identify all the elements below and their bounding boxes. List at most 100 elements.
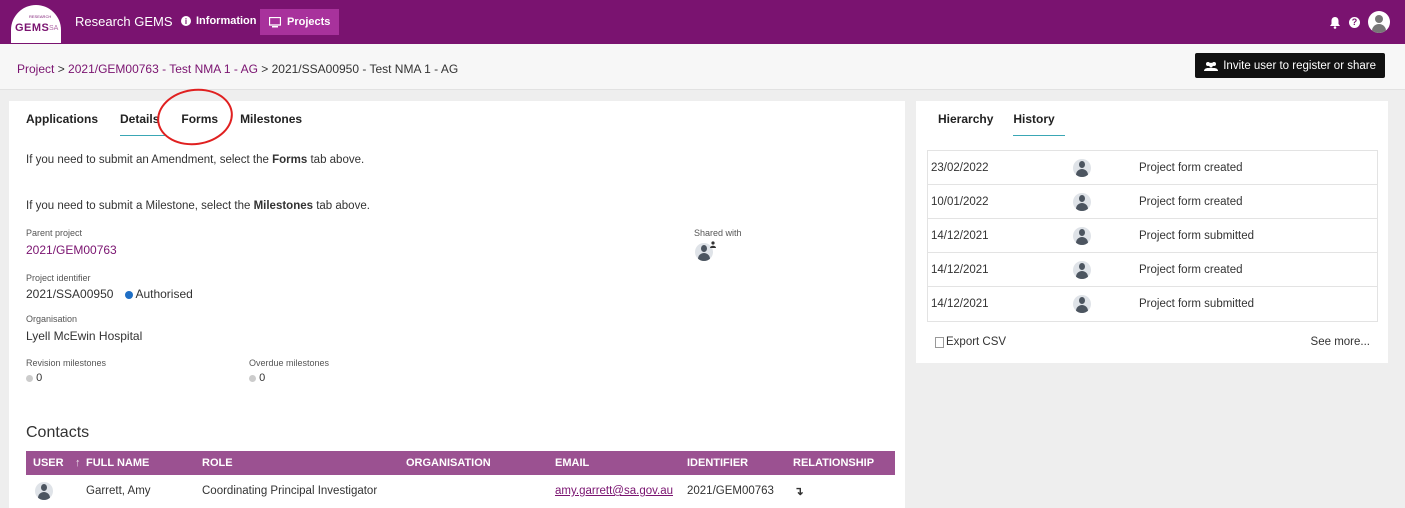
history-row: 14/12/2021 Project form created bbox=[928, 253, 1377, 287]
tab-applications[interactable]: Applications bbox=[26, 112, 98, 136]
shared-with-avatar[interactable] bbox=[695, 241, 716, 264]
parent-project-link[interactable]: 2021/GEM00763 bbox=[26, 243, 117, 257]
contact-email-link[interactable]: amy.garrett@sa.gov.au bbox=[555, 485, 673, 497]
amendment-instruction: If you need to submit an Amendment, sele… bbox=[26, 154, 364, 166]
shared-with-label: Shared with bbox=[694, 228, 742, 238]
logo-wordmark: GEMS bbox=[15, 22, 50, 34]
status-text: Authorised bbox=[135, 287, 193, 301]
history-event: Project form submitted bbox=[1139, 230, 1255, 242]
organisation-label: Organisation bbox=[26, 314, 78, 324]
parent-project-label: Parent project bbox=[26, 228, 83, 238]
invite-user-button[interactable]: Invite user to register or share bbox=[1195, 53, 1385, 78]
overdue-dot-icon bbox=[249, 374, 256, 382]
table-row[interactable]: Garrett, Amy Coordinating Principal Inve… bbox=[26, 475, 895, 505]
col-email[interactable]: EMAIL bbox=[555, 457, 589, 469]
file-icon bbox=[935, 336, 944, 348]
history-panel: Hierarchy History 23/02/2022 Project for… bbox=[916, 101, 1388, 363]
amendment-forms-emphasis: Forms bbox=[272, 154, 308, 166]
history-user-avatar[interactable] bbox=[1073, 227, 1091, 245]
breadcrumb-bar: Project > 2021/GEM00763 - Test NMA 1 - A… bbox=[0, 44, 1405, 90]
share-person-icon bbox=[710, 241, 716, 248]
overdue-count: 0 bbox=[259, 372, 266, 384]
overdue-milestones-label: Overdue milestones bbox=[249, 358, 330, 368]
sort-arrow-icon[interactable]: ↑ bbox=[75, 457, 81, 469]
milestone-text-end: tab above. bbox=[313, 200, 370, 212]
history-row: 14/12/2021 Project form submitted bbox=[928, 287, 1377, 321]
project-details-panel: Applications Details Forms Milestones If… bbox=[9, 101, 905, 508]
nav-projects[interactable]: Projects bbox=[260, 9, 340, 35]
history-event: Project form created bbox=[1139, 162, 1243, 174]
milestone-instruction: If you need to submit a Milestone, selec… bbox=[26, 200, 370, 212]
project-identifier-label: Project identifier bbox=[26, 273, 91, 283]
history-event: Project form created bbox=[1139, 264, 1243, 276]
export-csv-link[interactable]: Export CSV bbox=[935, 336, 1006, 348]
status-dot-icon bbox=[124, 290, 133, 299]
status-badge: Authorised bbox=[124, 287, 193, 301]
history-row: 14/12/2021 Project form submitted bbox=[928, 219, 1377, 253]
history-date: 14/12/2021 bbox=[931, 230, 989, 242]
info-icon: i bbox=[181, 16, 191, 26]
history-date: 14/12/2021 bbox=[931, 264, 989, 276]
tab-details[interactable]: Details bbox=[120, 112, 166, 136]
top-nav: RESEARCH GEMS SA Research GEMS i Informa… bbox=[0, 0, 1405, 44]
history-event: Project form submitted bbox=[1139, 298, 1255, 310]
history-user-avatar[interactable] bbox=[1073, 193, 1091, 211]
history-user-avatar[interactable] bbox=[1073, 295, 1091, 313]
nav-information-label: Information bbox=[196, 15, 257, 27]
col-full-name[interactable]: FULL NAME bbox=[86, 457, 149, 469]
brand-link[interactable]: Research GEMS bbox=[75, 14, 173, 29]
contact-avatar bbox=[35, 482, 53, 500]
contact-identifier: 2021/GEM00763 bbox=[687, 485, 774, 497]
contacts-table-header: USER ↑ FULL NAME ROLE ORGANISATION EMAIL… bbox=[26, 451, 895, 475]
see-more-link[interactable]: See more... bbox=[1311, 336, 1370, 348]
export-csv-label: Export CSV bbox=[946, 336, 1007, 348]
tab-forms[interactable]: Forms bbox=[181, 112, 218, 136]
history-row: 10/01/2022 Project form created bbox=[928, 185, 1377, 219]
project-tabs: Applications Details Forms Milestones bbox=[26, 112, 324, 136]
bell-icon[interactable] bbox=[1329, 16, 1341, 29]
milestone-text: If you need to submit a Milestone, selec… bbox=[26, 200, 254, 212]
breadcrumb-current: 2021/SSA00950 - Test NMA 1 - AG bbox=[271, 62, 459, 76]
breadcrumb-separator: > bbox=[257, 62, 272, 76]
logo-suffix: SA bbox=[49, 25, 59, 32]
overdue-milestones-value: 0 bbox=[249, 372, 265, 384]
tab-hierarchy[interactable]: Hierarchy bbox=[938, 112, 993, 136]
revision-dot-icon bbox=[26, 374, 33, 382]
contacts-table: USER ↑ FULL NAME ROLE ORGANISATION EMAIL… bbox=[26, 451, 895, 505]
invite-user-label: Invite user to register or share bbox=[1223, 59, 1376, 72]
organisation-value: Lyell McEwin Hospital bbox=[26, 329, 143, 343]
col-role[interactable]: ROLE bbox=[202, 457, 233, 469]
history-date: 10/01/2022 bbox=[931, 196, 989, 208]
breadcrumb-separator: > bbox=[54, 62, 69, 76]
amendment-text: If you need to submit an Amendment, sele… bbox=[26, 154, 273, 166]
contact-name: Garrett, Amy bbox=[86, 485, 151, 497]
tab-history[interactable]: History bbox=[1013, 112, 1065, 136]
user-avatar[interactable] bbox=[1368, 11, 1390, 33]
tab-milestones[interactable]: Milestones bbox=[240, 112, 302, 136]
breadcrumb-project[interactable]: Project bbox=[17, 62, 54, 76]
col-relationship[interactable]: RELATIONSHIP bbox=[793, 457, 874, 469]
contact-role: Coordinating Principal Investigator bbox=[202, 485, 378, 497]
gems-logo[interactable]: RESEARCH GEMS SA bbox=[11, 5, 61, 43]
monitor-icon bbox=[269, 16, 281, 27]
history-list: 23/02/2022 Project form created 10/01/20… bbox=[927, 150, 1378, 322]
col-user[interactable]: USER bbox=[33, 457, 64, 469]
milestone-emphasis: Milestones bbox=[253, 200, 314, 212]
history-user-avatar[interactable] bbox=[1073, 159, 1091, 177]
breadcrumb-parent[interactable]: 2021/GEM00763 - Test NMA 1 - AG bbox=[68, 62, 258, 76]
identifier-text: 2021/SSA00950 bbox=[26, 287, 114, 301]
col-identifier[interactable]: IDENTIFIER bbox=[687, 457, 748, 469]
users-icon bbox=[1204, 61, 1219, 71]
history-event: Project form created bbox=[1139, 196, 1243, 208]
history-user-avatar[interactable] bbox=[1073, 261, 1091, 279]
relationship-arrow-icon: ↴ bbox=[794, 486, 804, 498]
col-organisation[interactable]: ORGANISATION bbox=[406, 457, 491, 469]
nav-information[interactable]: i Information bbox=[181, 15, 257, 27]
history-row: 23/02/2022 Project form created bbox=[928, 151, 1377, 185]
revision-milestones-label: Revision milestones bbox=[26, 358, 107, 368]
revision-milestones-value: 0 bbox=[26, 372, 42, 384]
project-identifier-value: 2021/SSA00950 Authorised bbox=[26, 287, 193, 301]
history-tabs: Hierarchy History bbox=[938, 112, 1085, 136]
help-icon[interactable]: ? bbox=[1349, 16, 1360, 28]
revision-count: 0 bbox=[36, 372, 43, 384]
